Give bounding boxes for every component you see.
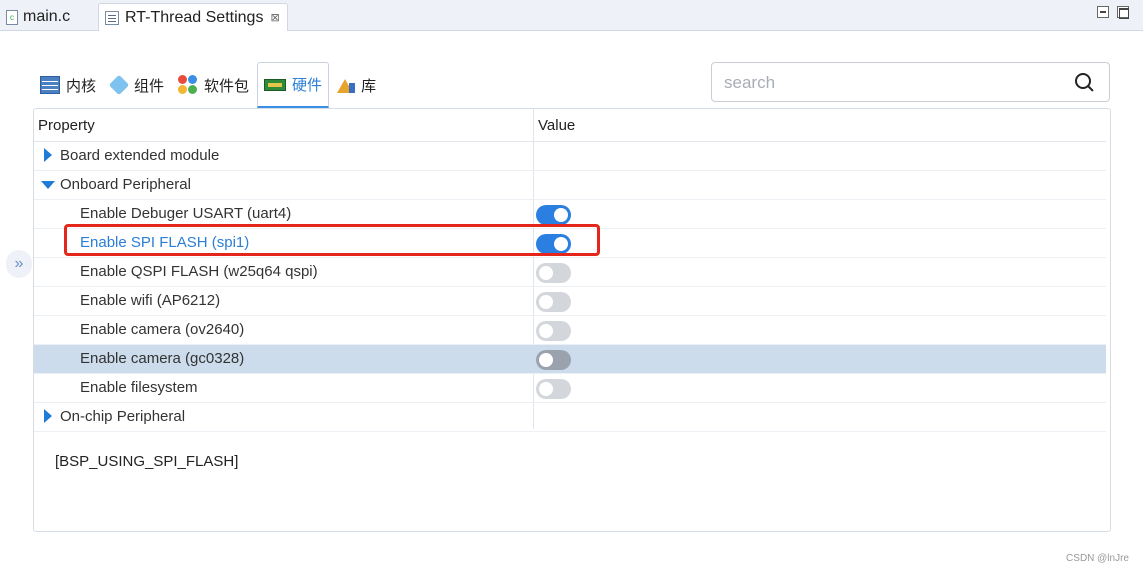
row-label: Enable wifi (AP6212) [80,292,221,309]
tree-row-camera-gc0328[interactable]: Enable camera (gc0328) [34,345,1106,374]
toggle-switch[interactable] [536,292,571,312]
table-header: Property Value [34,109,1106,142]
column-header-value[interactable]: Value [538,117,575,134]
tab-kernel[interactable]: 内核 [34,62,102,108]
toggle-switch[interactable] [536,234,571,254]
row-label: Enable SPI FLASH (spi1) [80,234,250,251]
component-cube-icon [108,74,130,96]
minimize-icon[interactable] [1097,6,1109,18]
row-label: On-chip Peripheral [60,408,186,425]
expand-arrow-icon[interactable] [44,148,52,162]
tab-packages[interactable]: 软件包 [172,62,255,108]
expand-sidebar-button[interactable]: » [6,250,32,278]
library-icon [337,77,356,93]
tree-row-wifi[interactable]: Enable wifi (AP6212) [34,287,1106,316]
settings-file-icon [105,10,119,25]
editor-tab-label: RT-Thread Settings [125,8,264,26]
toggle-switch[interactable] [536,379,571,399]
package-icon [178,75,198,95]
toggle-switch[interactable] [536,263,571,283]
tree-row-qspi-flash[interactable]: Enable QSPI FLASH (w25q64 qspi) [34,258,1106,287]
row-label: Board extended module [60,147,220,164]
editor-tab-rt-thread-settings[interactable]: RT-Thread Settings ⊠ [98,3,288,31]
tab-label: 组件 [134,77,165,95]
column-header-property[interactable]: Property [38,117,95,134]
editor-tab-main-c[interactable]: c main.c [6,3,70,31]
row-label: Enable camera (gc0328) [80,350,245,367]
tree-row-camera-ov2640[interactable]: Enable camera (ov2640) [34,316,1106,345]
row-label: Enable QSPI FLASH (w25q64 qspi) [80,263,318,280]
row-label: Onboard Peripheral [60,176,191,193]
tab-label: 硬件 [292,77,323,94]
editor-tab-bar: c main.c RT-Thread Settings ⊠ [0,0,1143,31]
tab-label: 软件包 [204,77,250,95]
category-tabs: 内核 组件 软件包 硬件 库 [34,62,384,108]
row-label: Enable Debuger USART (uart4) [80,205,292,222]
tree-row-debuger-usart[interactable]: Enable Debuger USART (uart4) [34,200,1106,229]
search-box [711,62,1110,102]
tree-row-filesystem[interactable]: Enable filesystem [34,374,1106,403]
close-tab-icon[interactable]: ⊠ [270,11,279,24]
tree-row-board-extended-module[interactable]: Board extended module [34,142,1106,171]
macro-description: [BSP_USING_SPI_FLASH] [55,453,239,470]
tab-components[interactable]: 组件 [104,62,170,108]
tab-label: 库 [361,77,377,95]
c-file-icon: c [6,9,18,25]
tree-row-spi-flash[interactable]: Enable SPI FLASH (spi1) [34,229,1106,258]
kernel-table-icon [40,76,60,94]
hardware-board-icon [264,78,287,91]
tab-hardware[interactable]: 硬件 [257,62,330,108]
tab-label: 内核 [66,77,97,95]
tree-row-on-chip-peripheral[interactable]: On-chip Peripheral [34,403,1106,432]
toggle-switch[interactable] [536,205,571,225]
editor-tab-label: main.c [23,8,71,25]
properties-panel: Property Value Board extended module Onb… [33,108,1111,532]
collapse-arrow-icon[interactable] [41,181,55,189]
row-label: Enable camera (ov2640) [80,321,245,338]
search-input[interactable] [724,71,1064,95]
toggle-switch[interactable] [536,321,571,341]
maximize-icon[interactable] [1117,6,1129,19]
tab-library[interactable]: 库 [331,62,382,108]
watermark: CSDN @lnJre [1066,553,1129,564]
tree-row-onboard-peripheral[interactable]: Onboard Peripheral [34,171,1106,200]
expand-arrow-icon[interactable] [44,409,52,423]
search-icon[interactable] [1075,73,1095,93]
toggle-switch[interactable] [536,350,571,370]
row-label: Enable filesystem [80,379,198,396]
